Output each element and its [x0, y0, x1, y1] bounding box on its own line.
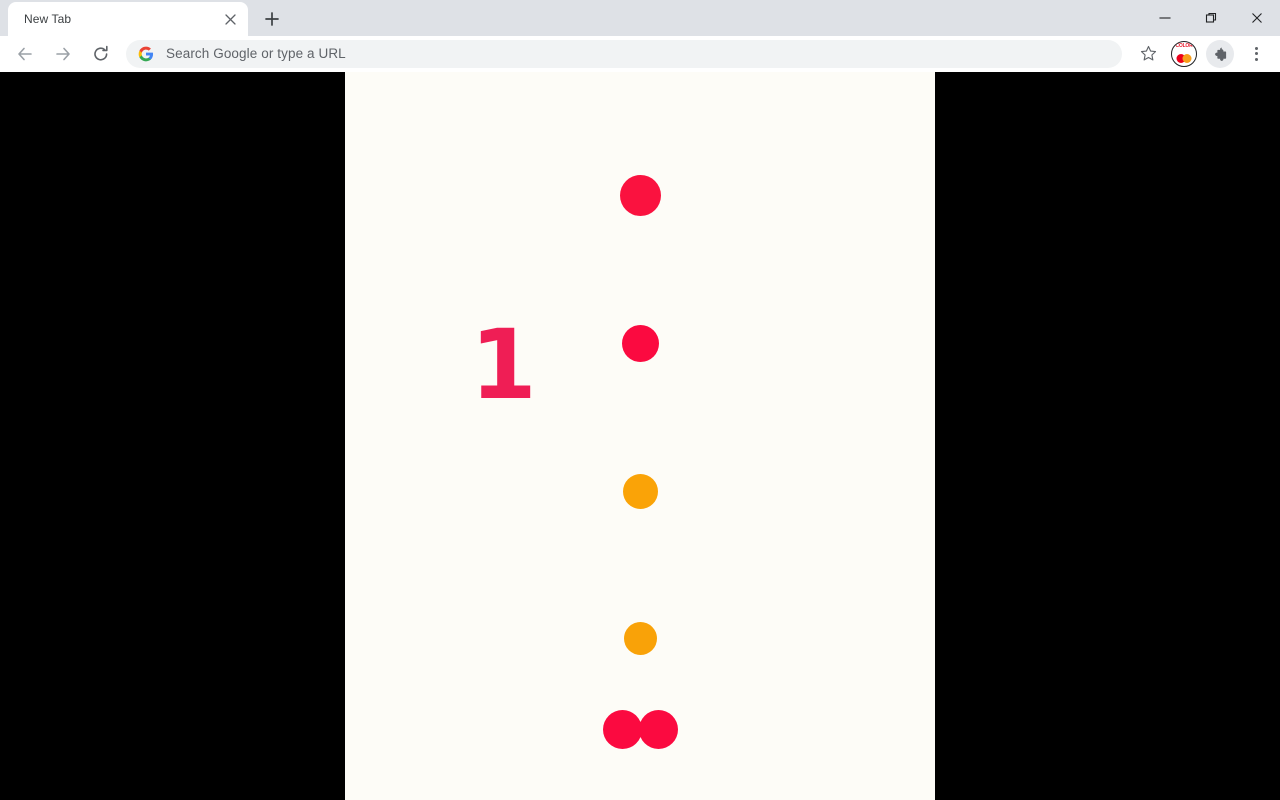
color-dot[interactable]	[602, 709, 642, 749]
close-window-button[interactable]	[1234, 2, 1280, 34]
tab-title: New Tab	[24, 12, 72, 26]
minimize-button[interactable]	[1142, 2, 1188, 34]
color-dot[interactable]	[621, 324, 659, 362]
page-viewport: 1	[0, 72, 1280, 800]
new-tab-button[interactable]	[258, 5, 286, 33]
color-dot[interactable]	[638, 709, 678, 749]
window-controls	[1142, 0, 1280, 36]
mastercard-icon	[1176, 53, 1192, 63]
tab-strip: New Tab	[0, 0, 1280, 36]
color-dot[interactable]	[619, 174, 661, 216]
tab-new-tab[interactable]: New Tab	[8, 2, 248, 36]
reload-button[interactable]	[87, 40, 115, 68]
back-button[interactable]	[11, 40, 39, 68]
tab-strip-empty-area[interactable]	[286, 0, 1280, 36]
bookmark-star-icon[interactable]	[1134, 40, 1162, 68]
extensions-puzzle-icon[interactable]	[1206, 39, 1234, 68]
address-bar-placeholder: Search Google or type a URL	[166, 46, 346, 61]
profile-avatar[interactable]: COLOR	[1171, 40, 1197, 67]
avatar-badge-text: COLOR	[1175, 42, 1193, 49]
browser-window: New Tab Search Google or type a URL COLO…	[0, 0, 1280, 800]
address-bar[interactable]: Search Google or type a URL	[126, 39, 1122, 68]
chrome-menu-button[interactable]	[1242, 40, 1270, 68]
counter-digit: 1	[470, 309, 537, 421]
game-canvas[interactable]: 1	[345, 72, 935, 800]
three-dots-icon	[1254, 46, 1258, 61]
toolbar-right-group: COLOR	[1130, 39, 1274, 68]
google-g-icon	[138, 46, 154, 61]
forward-button[interactable]	[49, 40, 77, 68]
letterbox-right	[935, 72, 1280, 800]
maximize-button[interactable]	[1188, 2, 1234, 34]
letterbox-left	[0, 72, 345, 800]
browser-toolbar: Search Google or type a URL COLOR	[0, 36, 1280, 72]
close-icon[interactable]	[220, 9, 240, 29]
color-dot[interactable]	[623, 621, 657, 655]
browser-chrome: New Tab Search Google or type a URL COLO…	[0, 0, 1280, 72]
color-dot[interactable]	[622, 473, 658, 509]
